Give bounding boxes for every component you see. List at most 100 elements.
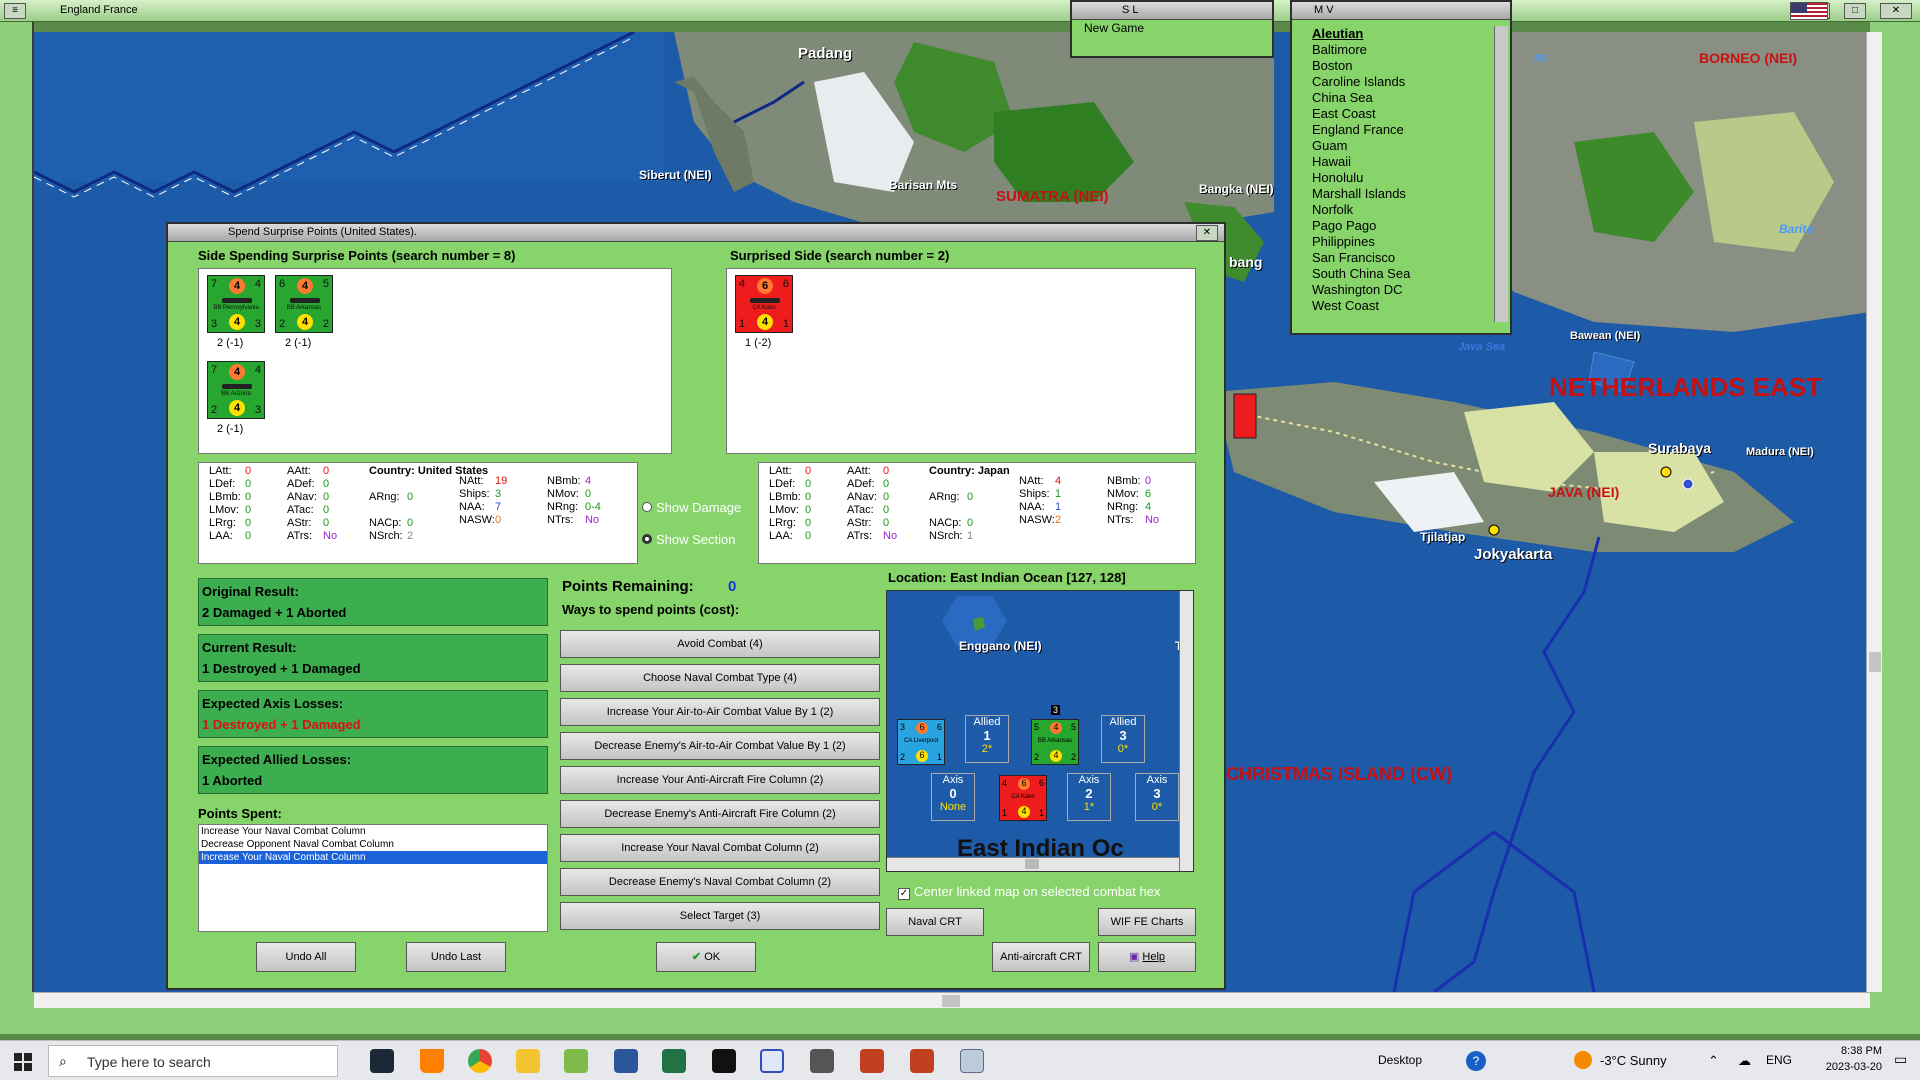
bb-arkansas-counter[interactable]: 5 4 5 BB Arkansas 2 4 2 — [1031, 719, 1079, 765]
spend-option-button[interactable]: Increase Your Anti-Aircraft Fire Column … — [560, 766, 880, 794]
desktop-toolbar-label[interactable]: Desktop — [1378, 1053, 1422, 1067]
undo-all-button[interactable]: Undo All — [256, 942, 356, 972]
unit-counter[interactable]: 6 5 2 2 4 4 BB Arkansas — [275, 275, 333, 333]
unit-counter[interactable]: 7 4 3 3 4 4 BB Pennsylvania — [207, 275, 265, 333]
minimap-hscroll[interactable] — [887, 857, 1179, 871]
word-icon[interactable] — [614, 1049, 638, 1073]
center-linked-checkbox[interactable]: ✓ Center linked map on selected combat he… — [898, 884, 1160, 900]
points-spent-item[interactable]: Increase Your Naval Combat Column — [199, 825, 547, 838]
mv-list-item[interactable]: San Francisco — [1312, 250, 1492, 266]
wif-game-icon-2[interactable] — [910, 1049, 934, 1073]
mv-list-item[interactable]: East Coast — [1312, 106, 1492, 122]
maximize-icon[interactable]: □ — [1844, 3, 1866, 19]
sl-list[interactable]: New Game — [1082, 22, 1262, 50]
spend-option-button[interactable]: Increase Your Air-to-Air Combat Value By… — [560, 698, 880, 726]
tray-chevron-icon[interactable]: ⌃ — [1708, 1053, 1719, 1069]
file-explorer-icon[interactable] — [516, 1049, 540, 1073]
window-app-icon[interactable] — [960, 1049, 984, 1073]
mv-list-item[interactable]: Washington DC — [1312, 282, 1492, 298]
naval-crt-button[interactable]: Naval CRT — [886, 908, 984, 936]
mv-list-item[interactable]: Marshall Islands — [1312, 186, 1492, 202]
allied-section-3-box[interactable]: Allied 3 0* — [1101, 715, 1145, 763]
mv-list-item[interactable]: Honolulu — [1312, 170, 1492, 186]
spend-option-button[interactable]: Choose Naval Combat Type (4) — [560, 664, 880, 692]
chrome-icon[interactable] — [468, 1049, 492, 1073]
mv-list-item[interactable]: Guam — [1312, 138, 1492, 154]
points-spent-item[interactable]: Decrease Opponent Naval Combat Column — [199, 838, 547, 851]
hscroll-thumb[interactable] — [942, 995, 960, 1007]
excel-icon[interactable] — [662, 1049, 686, 1073]
mv-list-item[interactable]: Pago Pago — [1312, 218, 1492, 234]
mv-list-item[interactable]: England France — [1312, 122, 1492, 138]
counter-damage-label: 2 (-1) — [217, 337, 244, 349]
unit-counter[interactable]: 4 6 1 1 6 4 CA Kako — [735, 275, 793, 333]
axis-section-0-box[interactable]: Axis 0 None — [931, 773, 975, 821]
show-section-radio[interactable]: Show Section — [642, 532, 736, 547]
undo-last-button[interactable]: Undo Last — [406, 942, 506, 972]
spend-option-button[interactable]: Decrease Enemy's Naval Combat Column (2) — [560, 868, 880, 896]
show-damage-radio-icon[interactable] — [642, 502, 652, 512]
clock-time[interactable]: 8:38 PM — [1822, 1045, 1882, 1057]
help-button[interactable]: ▣ Help — [1098, 942, 1196, 972]
ca-liverpool-counter[interactable]: 3 6 6 CA Liverpool 2 6 1 — [897, 719, 945, 765]
anti-aircraft-crt-button[interactable]: Anti-aircraft CRT — [992, 942, 1090, 972]
clock-date[interactable]: 2023-03-20 — [1812, 1061, 1882, 1073]
spend-option-button[interactable]: Decrease Enemy's Anti-Aircraft Fire Colu… — [560, 800, 880, 828]
surprised-units-panel[interactable]: 4 6 1 1 6 4 CA Kako 1 (-2) — [726, 268, 1196, 454]
network-icon[interactable]: ☁ — [1738, 1053, 1751, 1069]
mv-list-item[interactable]: Norfolk — [1312, 202, 1492, 218]
spend-option-button[interactable]: Decrease Enemy's Air-to-Air Combat Value… — [560, 732, 880, 760]
mv-scenario-list[interactable]: Aleutian Baltimore Boston Caroline Islands C… — [1312, 26, 1492, 322]
mv-list-item[interactable]: Aleutian — [1312, 26, 1492, 42]
sl-item-new-game[interactable]: New Game — [1082, 22, 1262, 35]
mv-list-item[interactable]: West Coast — [1312, 298, 1492, 314]
taskbar-search-box[interactable]: ⌕ Type here to search — [48, 1045, 338, 1077]
mv-list-item[interactable]: Caroline Islands — [1312, 74, 1492, 90]
unit-counter[interactable]: 7 4 2 3 4 4 BB Arizona — [207, 361, 265, 419]
mv-list-item[interactable]: Philippines — [1312, 234, 1492, 250]
show-section-radio-icon[interactable] — [642, 534, 652, 544]
notifications-icon[interactable]: ▭ — [1894, 1051, 1907, 1068]
wif-game-icon-1[interactable] — [860, 1049, 884, 1073]
spend-option-button[interactable]: Increase Your Naval Combat Column (2) — [560, 834, 880, 862]
spending-units-panel[interactable]: 7 4 3 3 4 4 BB Pennsylvania 2 (-1) 6 5 2 2 4 4 BB Arka… — [198, 268, 672, 454]
mv-list-item[interactable]: Boston — [1312, 58, 1492, 74]
wif-fe-charts-button[interactable]: WIF FE Charts — [1098, 908, 1196, 936]
axis-section-3-box[interactable]: Axis 3 0* — [1135, 773, 1179, 821]
ship-silhouette-icon — [222, 384, 252, 389]
close-icon[interactable]: ✕ — [1880, 3, 1912, 19]
remote-app-icon[interactable] — [760, 1049, 784, 1073]
location-minimap[interactable]: Enggano (NEI) T 3 6 6 CA Liverpool 2 6 1… — [886, 590, 1194, 872]
mv-list-item[interactable]: China Sea — [1312, 90, 1492, 106]
dialog-close-icon[interactable]: ✕ — [1196, 225, 1218, 241]
notepad-plus-icon[interactable] — [564, 1049, 588, 1073]
vscroll-thumb[interactable] — [1869, 652, 1881, 672]
steam-icon[interactable] — [370, 1049, 394, 1073]
center-linked-check-icon[interactable]: ✓ — [898, 888, 910, 900]
start-windows-icon[interactable] — [14, 1053, 32, 1071]
spend-option-button[interactable]: Avoid Combat (4) — [560, 630, 880, 658]
ca-kako-counter[interactable]: 4 6 6 CA Kako 1 4 1 — [999, 775, 1047, 821]
map-vertical-scrollbar[interactable] — [1866, 32, 1882, 992]
allied-section-1-box[interactable]: Allied 1 2* — [965, 715, 1009, 763]
minimap-vscroll[interactable] — [1179, 591, 1193, 871]
language-indicator[interactable]: ENG — [1766, 1053, 1792, 1067]
help-tips-icon[interactable]: ? — [1466, 1051, 1486, 1071]
mv-list-item[interactable]: Baltimore — [1312, 42, 1492, 58]
system-menu-icon[interactable]: ≡ — [4, 3, 26, 19]
mv-list-item[interactable]: Hawaii — [1312, 154, 1492, 170]
map-horizontal-scrollbar[interactable] — [34, 992, 1870, 1008]
weather-text[interactable]: -3°C Sunny — [1600, 1053, 1667, 1068]
spend-option-button[interactable]: Select Target (3) — [560, 902, 880, 930]
netflix-icon[interactable] — [712, 1049, 736, 1073]
minimap-hscroll-thumb[interactable] — [1025, 859, 1039, 869]
mv-list-scrollbar[interactable] — [1494, 26, 1508, 322]
vlc-icon[interactable] — [420, 1049, 444, 1073]
points-spent-item[interactable]: Increase Your Naval Combat Column — [199, 851, 547, 864]
show-damage-radio[interactable]: Show Damage — [642, 500, 741, 515]
points-spent-list[interactable]: Increase Your Naval Combat Column Decreas… — [198, 824, 548, 932]
mv-list-item[interactable]: South China Sea — [1312, 266, 1492, 282]
ok-button[interactable]: ✔ OK — [656, 942, 756, 972]
calculator-icon[interactable] — [810, 1049, 834, 1073]
axis-section-2-box[interactable]: Axis 2 1* — [1067, 773, 1111, 821]
